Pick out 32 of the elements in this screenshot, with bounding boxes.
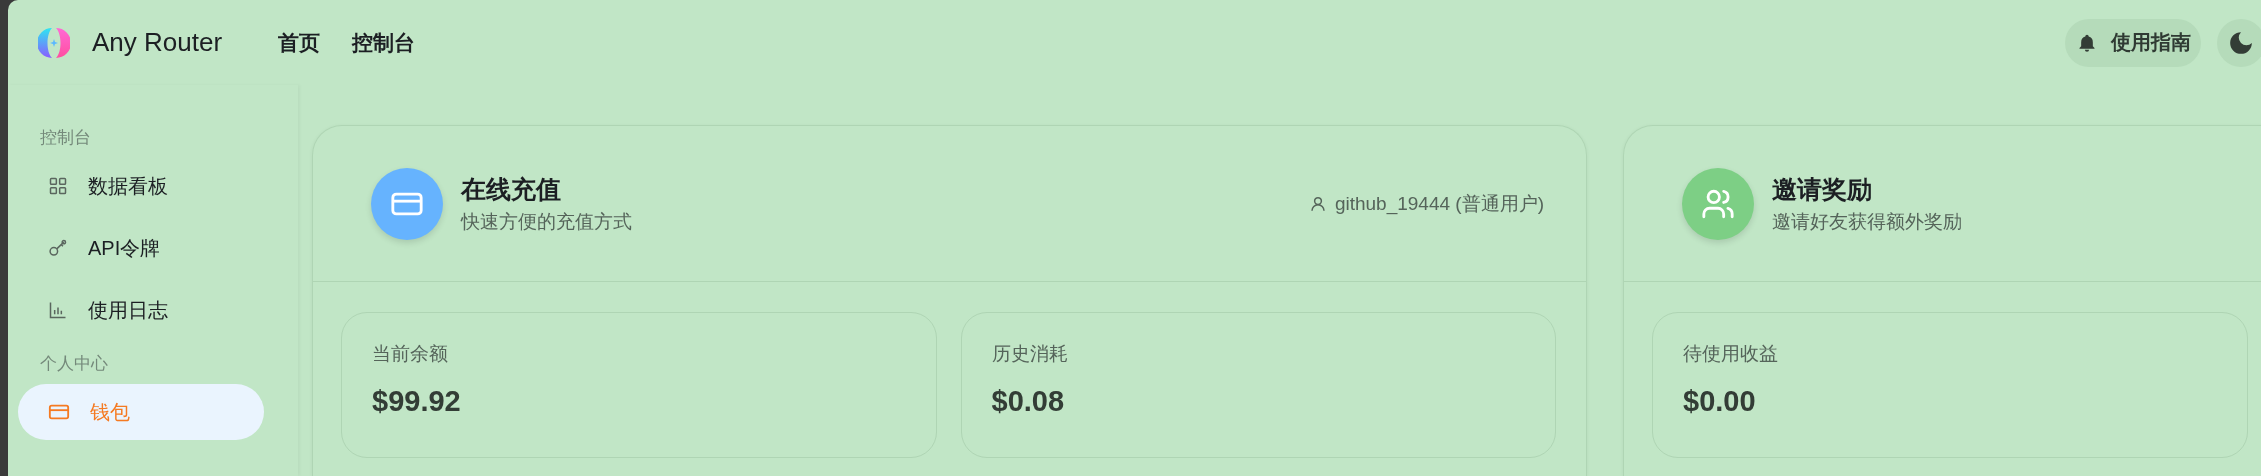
card-title: 在线充值	[461, 173, 562, 205]
guide-button[interactable]: 使用指南	[2065, 18, 2201, 67]
sidebar-item[interactable]: 使用日志	[18, 282, 264, 338]
logo-icon	[38, 26, 70, 59]
stat-value: $0.08	[991, 385, 1066, 418]
moon-icon	[2228, 29, 2254, 56]
card-subtitle: 邀请好友获得额外奖励	[1772, 209, 1962, 234]
nav-link[interactable]: 首页	[278, 28, 321, 57]
sidebar-item-label: API令牌	[88, 235, 161, 261]
nav-link[interactable]: 控制台	[352, 28, 416, 57]
sidebar-item-label: 数据看板	[88, 173, 168, 199]
stat-label: 待使用收益	[1683, 342, 1779, 366]
stat-value: $99.92	[372, 385, 462, 418]
bar-chart-icon	[48, 300, 68, 320]
section-title: 控制台	[40, 127, 92, 149]
sidebar-item-label: 使用日志	[88, 297, 168, 323]
stat-value: $0.00	[1683, 385, 1757, 418]
stat-label: 历史消耗	[991, 342, 1069, 366]
user-label: github_19444 (普通用户)	[1334, 191, 1544, 217]
theme-toggle-button[interactable]	[2217, 18, 2261, 67]
grid-icon	[48, 176, 68, 196]
card-title: 邀请奖励	[1772, 173, 1873, 205]
card-subtitle: 快速方便的充值方式	[461, 209, 632, 234]
stat-label: 当前余额	[372, 342, 449, 366]
user-icon	[1308, 194, 1327, 213]
sidebar-item[interactable]: 数据看板	[18, 158, 264, 214]
bell-icon	[2077, 32, 2097, 53]
sidebar-item-label: 钱包	[90, 399, 130, 425]
sidebar-item[interactable]: API令牌	[18, 220, 264, 276]
brand-name: Any Router	[92, 27, 223, 58]
key-icon	[48, 238, 68, 258]
section-title: 个人中心	[40, 353, 109, 375]
